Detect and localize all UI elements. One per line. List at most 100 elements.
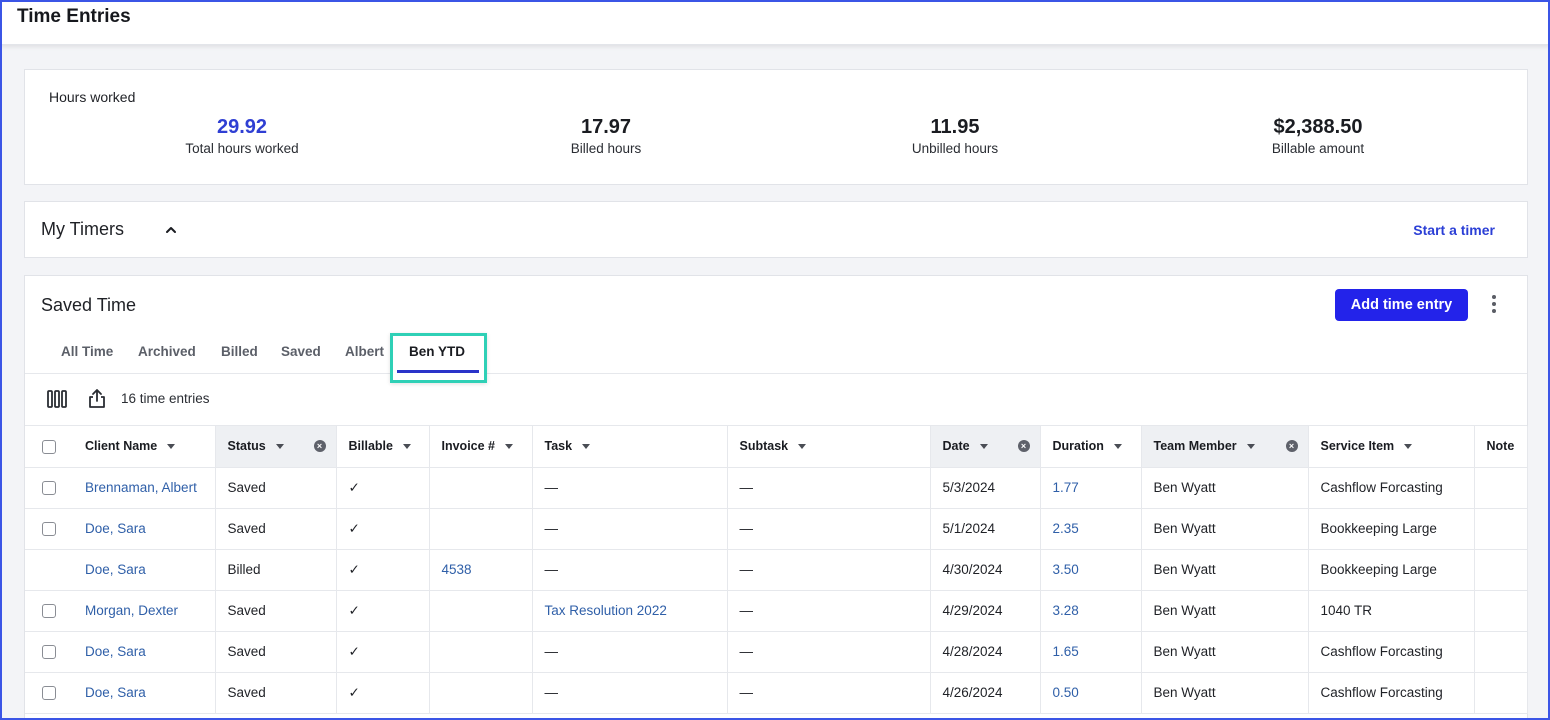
export-icon[interactable]: [88, 388, 106, 408]
duration-cell[interactable]: 0.50: [1040, 672, 1142, 714]
hours-worked-card: Hours worked 29.92 Total hours worked 17…: [24, 69, 1528, 185]
note-cell: [1474, 467, 1528, 509]
duration-cell[interactable]: 3.50: [1040, 549, 1142, 591]
select-all-checkbox[interactable]: [42, 439, 56, 454]
invoice-cell[interactable]: [429, 631, 533, 673]
chevron-down-icon[interactable]: [505, 443, 513, 449]
invoice-cell[interactable]: [429, 508, 533, 550]
row-select-cell: [25, 631, 73, 673]
task-cell: —: [532, 508, 728, 550]
chevron-down-icon[interactable]: [1113, 443, 1122, 449]
duration-cell[interactable]: 1.65: [1040, 631, 1142, 673]
column-client-name[interactable]: Client Name: [73, 426, 216, 468]
client-name-cell[interactable]: Brennaman, Albert: [73, 467, 216, 509]
chevron-down-icon[interactable]: [979, 443, 988, 449]
row-select-cell: [25, 672, 73, 714]
service-item-cell: Cashflow Forcasting: [1308, 672, 1475, 714]
task-cell[interactable]: Tax Resolution 2022: [532, 590, 728, 632]
invoice-cell[interactable]: [429, 590, 533, 632]
row-checkbox[interactable]: [42, 604, 56, 619]
tab-archived[interactable]: Archived: [138, 344, 196, 359]
duration-cell[interactable]: 1.77: [1040, 467, 1142, 509]
table-row[interactable]: Doe, Sara Saved ✓ — —4/26/2024 0.50 Ben Wyatt C…: [25, 672, 1528, 714]
add-time-entry-button[interactable]: Add time entry: [1335, 289, 1468, 321]
column-subtask[interactable]: Subtask: [727, 426, 931, 468]
table-row[interactable]: Morgan, Dexter Saved ✓ Tax Resolution 2022—…: [25, 590, 1528, 632]
billable-cell: ✓: [336, 467, 430, 509]
stat-label: Total hours worked: [185, 141, 299, 156]
tab-albert[interactable]: Albert: [345, 344, 384, 359]
column-invoice[interactable]: Invoice #: [429, 426, 533, 468]
chevron-up-icon[interactable]: [164, 223, 178, 237]
table-row[interactable]: Doe, Sara Billed ✓ 4538— —4/30/2024 3.50 Ben W…: [25, 549, 1528, 591]
chevron-down-icon[interactable]: [402, 443, 411, 449]
team-member-cell: Ben Wyatt: [1141, 467, 1309, 509]
client-name-cell[interactable]: Doe, Sara: [73, 549, 216, 591]
column-team-member[interactable]: Team Member ×: [1141, 426, 1309, 468]
row-checkbox[interactable]: [42, 481, 56, 496]
chevron-down-icon[interactable]: [275, 443, 284, 449]
billable-cell: ✓: [336, 672, 430, 714]
tab-billed[interactable]: Billed: [221, 344, 258, 359]
column-billable[interactable]: Billable: [336, 426, 430, 468]
client-name-cell[interactable]: Doe, Sara: [73, 672, 216, 714]
date-cell: 5/3/2024: [930, 467, 1041, 509]
note-cell: [1474, 549, 1528, 591]
invoice-cell[interactable]: [429, 672, 533, 714]
tab-ben-ytd[interactable]: Ben YTD: [409, 344, 465, 359]
client-name-cell[interactable]: Doe, Sara: [73, 631, 216, 673]
row-checkbox[interactable]: [42, 686, 56, 701]
column-service-item[interactable]: Service Item: [1308, 426, 1475, 468]
status-cell: Saved: [215, 631, 337, 673]
table-row[interactable]: Brennaman, Albert Saved ✓ — —5/3/2024 1.77 Ben…: [25, 467, 1528, 509]
duration-cell[interactable]: 3.28: [1040, 590, 1142, 632]
status-cell: Saved: [215, 590, 337, 632]
invoice-cell[interactable]: 4538: [429, 549, 533, 591]
date-cell: 4/30/2024: [930, 549, 1041, 591]
tab-all-time[interactable]: All Time: [61, 344, 113, 359]
column-date[interactable]: Date ×: [930, 426, 1041, 468]
row-checkbox[interactable]: [42, 645, 56, 660]
more-options-icon[interactable]: [1488, 295, 1500, 315]
note-cell: [1474, 672, 1528, 714]
start-timer-link[interactable]: Start a timer: [1413, 222, 1495, 238]
table-row[interactable]: Doe, Sara Saved ✓ — —4/28/2024 1.65 Ben Wyatt C…: [25, 631, 1528, 673]
column-task[interactable]: Task: [532, 426, 728, 468]
subtask-cell: —: [727, 672, 931, 714]
stat-label: Unbilled hours: [911, 141, 999, 156]
clear-filter-icon[interactable]: ×: [1017, 440, 1030, 452]
column-duration[interactable]: Duration: [1040, 426, 1142, 468]
row-checkbox[interactable]: [42, 522, 56, 537]
billable-cell: ✓: [336, 549, 430, 591]
team-member-cell: Ben Wyatt: [1141, 631, 1309, 673]
invoice-cell[interactable]: [429, 467, 533, 509]
top-bar: Time Entries: [0, 0, 1550, 45]
column-status[interactable]: Status ×: [215, 426, 337, 468]
chevron-down-icon[interactable]: [582, 443, 591, 449]
active-tab-underline: [397, 370, 479, 373]
table-row[interactable]: Doe, Sara Saved ✓ — —5/1/2024 2.35 Ben Wyatt Bo…: [25, 508, 1528, 550]
chevron-down-icon[interactable]: [1246, 443, 1255, 449]
clear-filter-icon[interactable]: ×: [313, 440, 326, 452]
date-cell: 4/29/2024: [930, 590, 1041, 632]
clear-filter-icon[interactable]: ×: [1285, 440, 1298, 452]
my-timers-card: My Timers Start a timer: [24, 201, 1528, 258]
duration-cell[interactable]: 2.35: [1040, 508, 1142, 550]
chevron-down-icon[interactable]: [167, 443, 176, 449]
chevron-down-icon[interactable]: [1404, 443, 1413, 449]
tab-saved[interactable]: Saved: [281, 344, 321, 359]
service-item-cell: Bookkeeping Large: [1308, 508, 1475, 550]
columns-icon[interactable]: [47, 390, 67, 408]
subtask-cell: —: [727, 508, 931, 550]
client-name-cell[interactable]: Doe, Sara: [73, 508, 216, 550]
time-entries-table: Client Name Status × Billable Invoice # T…: [25, 426, 1528, 714]
billable-cell: ✓: [336, 590, 430, 632]
table-toolbar: 16 time entries: [25, 374, 1527, 426]
column-note[interactable]: Note: [1474, 426, 1528, 468]
table-header-row: Client Name Status × Billable Invoice # T…: [25, 426, 1528, 468]
task-cell: —: [532, 631, 728, 673]
note-cell: [1474, 631, 1528, 673]
stat-billed-hours: 17.97 Billed hours: [486, 115, 726, 156]
client-name-cell[interactable]: Morgan, Dexter: [73, 590, 216, 632]
chevron-down-icon[interactable]: [798, 443, 807, 449]
